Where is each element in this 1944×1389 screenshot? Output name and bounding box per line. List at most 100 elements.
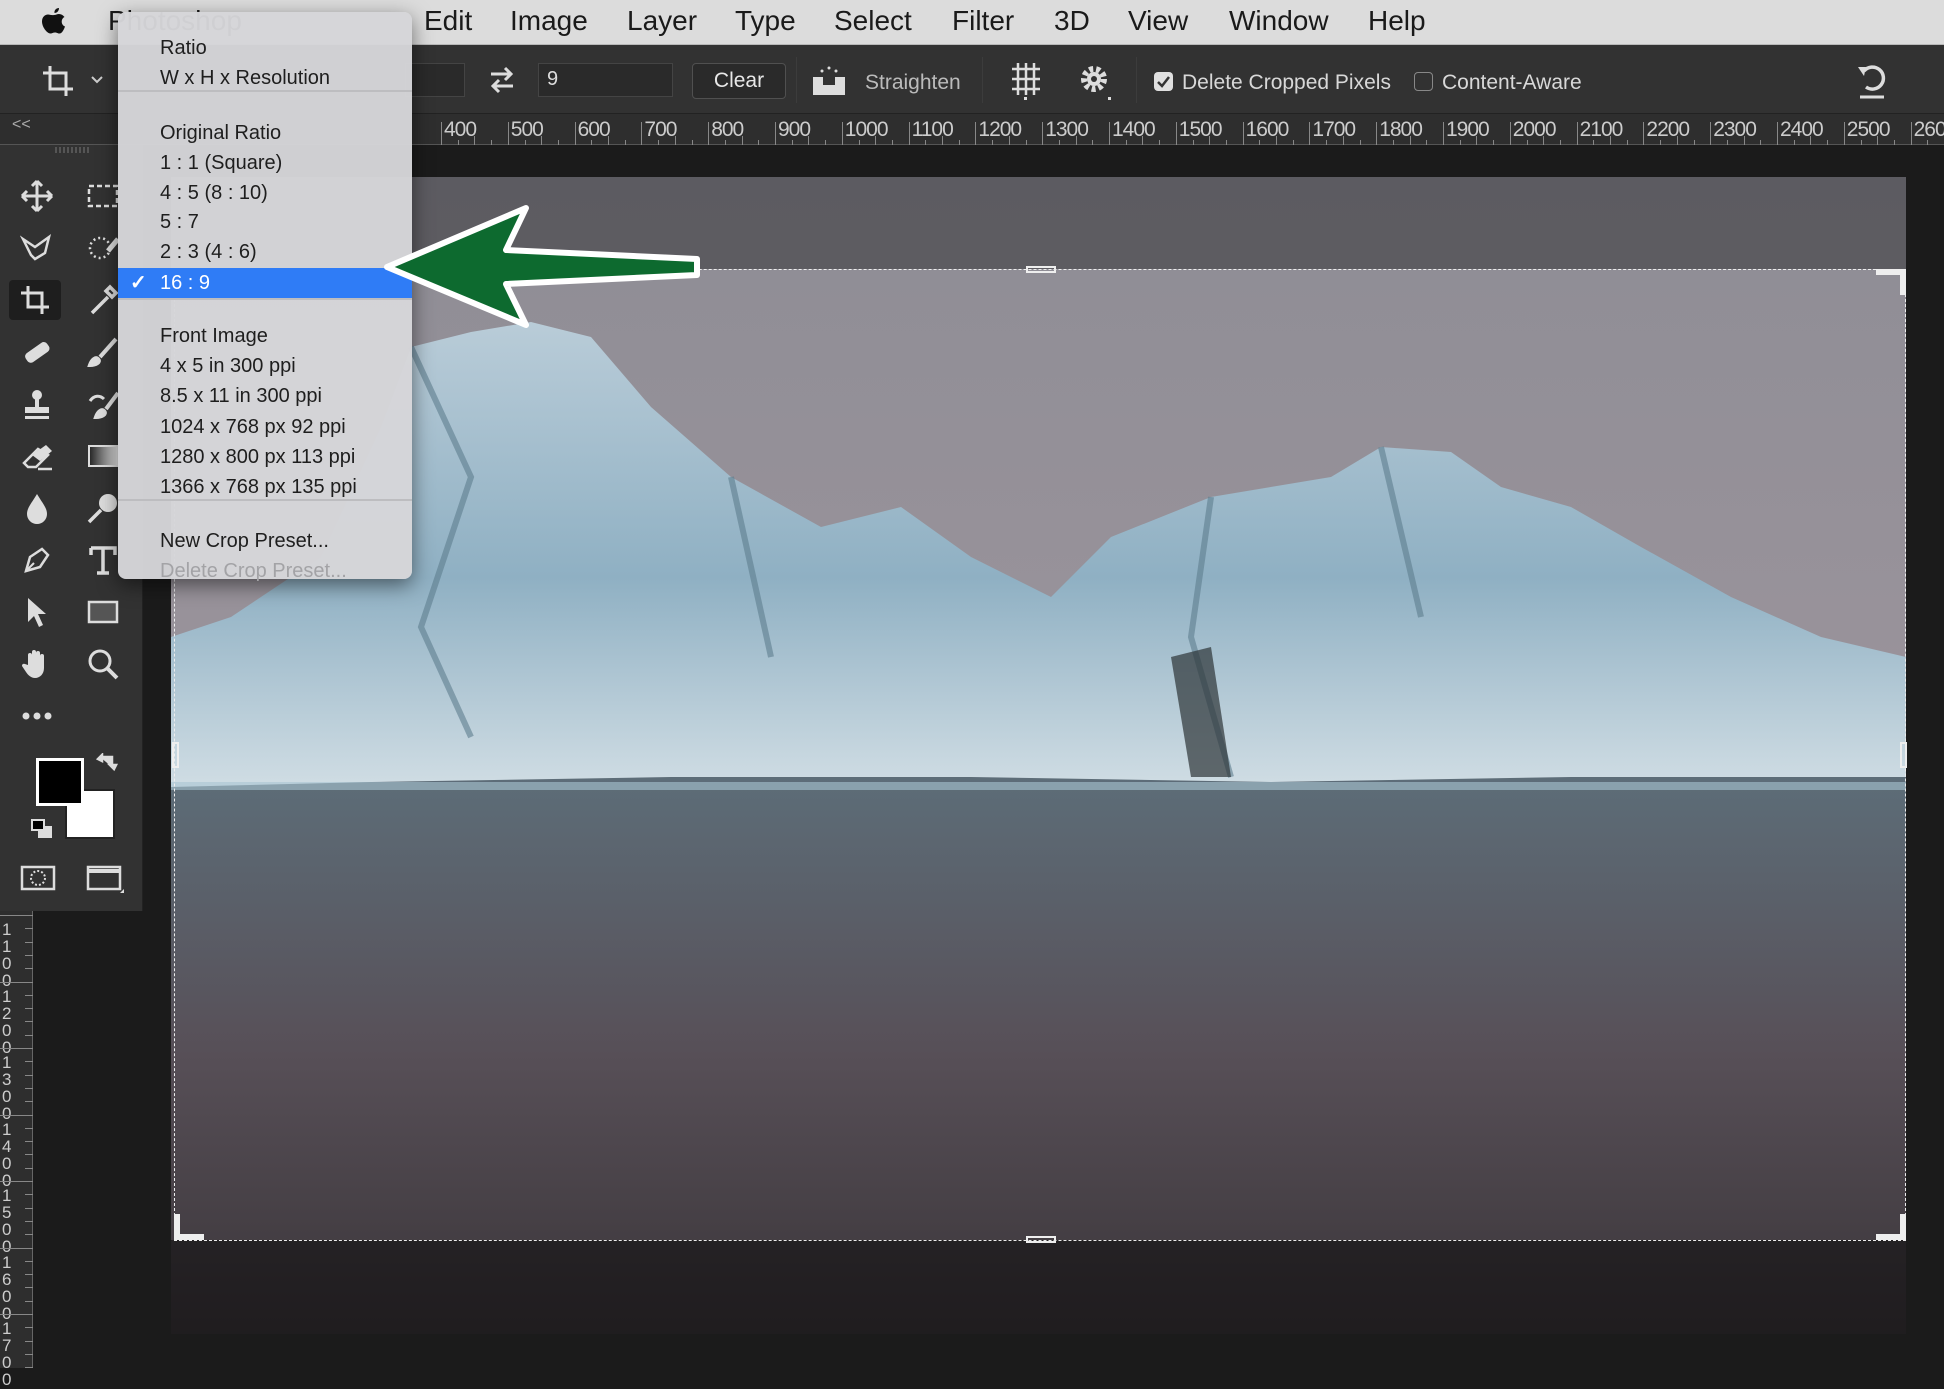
- menu-select[interactable]: Select: [834, 5, 912, 37]
- crop-preset-item[interactable]: 1366 x 768 px 135 ppi: [118, 472, 412, 502]
- crop-handle-left[interactable]: [172, 742, 179, 768]
- tool-type[interactable]: [83, 540, 123, 580]
- straighten-icon[interactable]: [810, 63, 848, 97]
- ruler-minor-tick: [1092, 140, 1094, 145]
- tool-rectangle[interactable]: [83, 592, 123, 632]
- tool-history-brush[interactable]: [83, 384, 123, 424]
- ruler-minor-tick: [25, 1008, 33, 1010]
- ruler-minor-tick: [1760, 140, 1762, 145]
- ruler-tick: [1576, 122, 1578, 145]
- crop-handle-top[interactable]: [1026, 266, 1056, 273]
- ruler-tick: [1777, 122, 1778, 145]
- pen-icon: [24, 547, 50, 573]
- tool-hand[interactable]: [17, 644, 57, 684]
- ruler-tick: [1843, 122, 1845, 145]
- gradient-icon: [88, 445, 118, 467]
- menu-3d[interactable]: 3D: [1054, 5, 1090, 37]
- quick-mask-icon[interactable]: [20, 865, 56, 891]
- eraser-icon: [22, 445, 52, 471]
- delete-cropped-pixels-label[interactable]: Delete Cropped Pixels: [1182, 71, 1391, 95]
- tool-more[interactable]: [17, 696, 57, 736]
- ruler-minor-tick: [25, 1101, 33, 1103]
- tool-gradient[interactable]: [83, 436, 123, 476]
- default-colors-icon[interactable]: [30, 818, 54, 840]
- ruler-minor-tick: [25, 1087, 33, 1089]
- crop-preset-label: 8.5 x 11 in 300 ppi: [160, 385, 322, 407]
- ruler-label: 1100: [911, 118, 954, 141]
- screen-mode-icon[interactable]: [86, 865, 126, 895]
- ruler-minor-tick: [25, 1260, 33, 1262]
- path-selection-icon: [28, 598, 46, 627]
- ruler-label: 900: [778, 118, 811, 141]
- ruler-label: 2000: [1512, 118, 1557, 141]
- content-aware-label[interactable]: Content-Aware: [1442, 71, 1582, 95]
- tool-eraser[interactable]: [17, 436, 57, 476]
- ruler-label: 1300: [1045, 118, 1089, 141]
- menu-window[interactable]: Window: [1229, 5, 1329, 37]
- menu-filter[interactable]: Filter: [952, 5, 1014, 37]
- ruler-tick: [775, 122, 776, 145]
- crop-corner-bottom-left[interactable]: [174, 1214, 204, 1240]
- ruler-minor-tick: [1827, 140, 1829, 145]
- tool-blur[interactable]: [17, 488, 57, 528]
- crop-preset-item[interactable]: New Crop Preset...: [118, 526, 412, 556]
- menu-type[interactable]: Type: [735, 5, 796, 37]
- ruler-label: 1200: [2, 986, 12, 1057]
- zoom-icon: [88, 649, 119, 680]
- ruler-tick: [1042, 122, 1044, 145]
- ruler-label: 1200: [978, 118, 1022, 141]
- ruler-minor-tick: [25, 928, 33, 930]
- ruler-label: 2600: [1913, 118, 1944, 141]
- crop-corner-top-right[interactable]: [1876, 269, 1906, 295]
- ruler-tick: [0, 1314, 33, 1315]
- crop-handle-bottom[interactable]: [1026, 1236, 1056, 1243]
- menu-view[interactable]: View: [1128, 5, 1188, 37]
- menu-help[interactable]: Help: [1368, 5, 1426, 37]
- tool-path-selection[interactable]: [17, 592, 57, 632]
- ruler-tick: [1710, 122, 1712, 145]
- delete-cropped-pixels-checkbox[interactable]: [1154, 72, 1173, 91]
- foreground-color-swatch[interactable]: [36, 758, 84, 806]
- content-aware-checkbox[interactable]: [1414, 72, 1433, 91]
- crop-preset-item[interactable]: 1280 x 800 px 113 ppi: [118, 442, 412, 472]
- crop-handle-right[interactable]: [1900, 742, 1907, 768]
- straighten-label[interactable]: Straighten: [865, 71, 961, 95]
- ruler-minor-tick: [25, 1234, 33, 1236]
- ruler-minor-tick: [825, 140, 827, 145]
- ruler-label: 1400: [1112, 118, 1156, 141]
- rectangle-icon: [87, 600, 119, 624]
- crop-preset-item[interactable]: 1024 x 768 px 92 ppi: [118, 412, 412, 442]
- ruler-minor-tick: [758, 140, 760, 145]
- overlay-grid-icon[interactable]: [1008, 61, 1044, 101]
- ruler-minor-tick: [891, 140, 893, 145]
- ruler-minor-tick: [1493, 140, 1495, 145]
- crop-preset-item[interactable]: 8.5 x 11 in 300 ppi: [118, 381, 412, 411]
- ruler-label: 2500: [1846, 118, 1891, 141]
- ruler-tick: [908, 122, 910, 145]
- crop-preset-item[interactable]: 4 x 5 in 300 ppi: [118, 351, 412, 381]
- crop-corner-bottom-right[interactable]: [1876, 1214, 1906, 1240]
- ruler-minor-tick: [25, 1167, 33, 1169]
- tool-zoom[interactable]: [83, 644, 123, 684]
- ruler-minor-tick: [25, 1194, 33, 1196]
- clone-stamp-icon: [25, 390, 49, 419]
- checkmark-icon: [1157, 76, 1170, 88]
- ruler-minor-tick: [25, 941, 33, 943]
- ruler-minor-tick: [25, 954, 33, 956]
- crop-preset-label: 1024 x 768 px 92 ppi: [160, 416, 346, 438]
- ruler-label: 1600: [2, 1252, 12, 1323]
- tool-dodge[interactable]: [83, 488, 123, 528]
- ruler-tick: [1109, 122, 1110, 145]
- crop-box[interactable]: [174, 269, 1906, 1241]
- tool-clone-stamp[interactable]: [17, 384, 57, 424]
- ruler-minor-tick: [25, 968, 33, 970]
- reset-icon[interactable]: [1852, 61, 1892, 101]
- vertical-ruler[interactable]: 1100 1200 1300 1400 1500 1600 1700: [0, 911, 33, 1388]
- tool-pen[interactable]: [17, 540, 57, 580]
- ruler-label: 1300: [2, 1053, 12, 1123]
- gear-icon[interactable]: [1078, 63, 1114, 101]
- ruler-minor-tick: [25, 1127, 33, 1129]
- swap-colors-icon[interactable]: [96, 753, 120, 775]
- healing-brush-icon: [25, 342, 50, 363]
- ruler-label: 1500: [1178, 118, 1223, 141]
